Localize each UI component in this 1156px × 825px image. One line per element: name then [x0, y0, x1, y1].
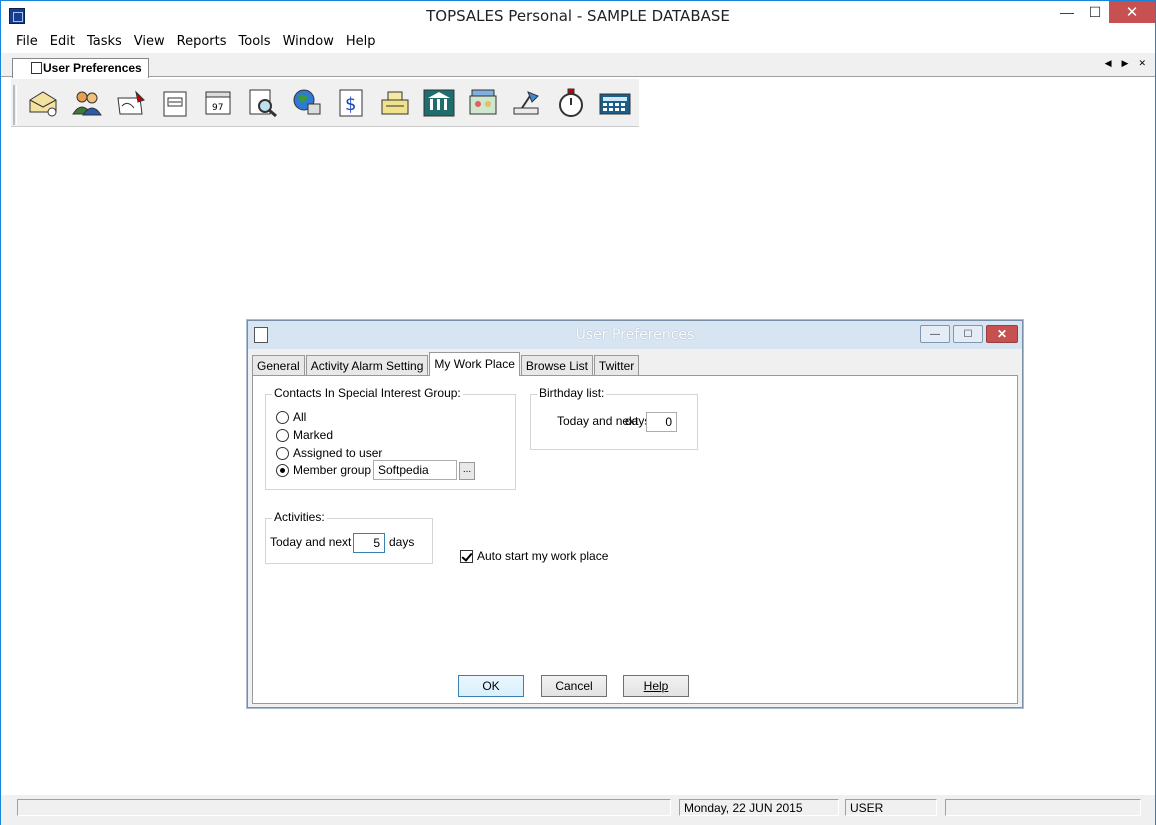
toolbar-grip[interactable]: [13, 85, 17, 125]
globe-icon[interactable]: [285, 83, 329, 123]
dialog-tabs: General Activity Alarm Setting My Work P…: [252, 352, 640, 376]
radio-assigned-to-user[interactable]: Assigned to user: [276, 446, 382, 460]
letter-icon[interactable]: [109, 83, 153, 123]
status-bar: Monday, 22 JUN 2015 USER: [1, 795, 1155, 825]
contacts-group-legend: Contacts In Special Interest Group:: [272, 386, 463, 400]
document-icon: [31, 62, 42, 74]
dialog-controls: — ☐ ✕: [920, 325, 1018, 343]
help-button[interactable]: Help: [623, 675, 689, 697]
menu-edit[interactable]: Edit: [44, 31, 81, 53]
birthday-days-field[interactable]: 0: [646, 412, 677, 432]
status-extra: [945, 799, 1141, 816]
dialog-minimize-button[interactable]: —: [920, 325, 950, 343]
member-group-field[interactable]: Softpedia: [373, 460, 457, 480]
tab-my-work-place[interactable]: My Work Place: [429, 352, 520, 376]
radio-member-group[interactable]: Member group: [276, 463, 371, 477]
status-date: Monday, 22 JUN 2015: [679, 799, 839, 816]
activities-unit: days: [389, 535, 415, 549]
close-button[interactable]: ✕: [1109, 1, 1155, 23]
member-group-browse-button[interactable]: ...: [459, 462, 475, 480]
radio-all[interactable]: All: [276, 410, 306, 424]
stopwatch-icon[interactable]: [549, 83, 593, 123]
svg-text:97: 97: [212, 103, 223, 113]
menu-file[interactable]: File: [10, 31, 44, 53]
ok-button[interactable]: OK: [458, 675, 524, 697]
tab-browse-list[interactable]: Browse List: [520, 355, 593, 376]
radio-assigned-label: Assigned to user: [293, 446, 383, 460]
menu-help[interactable]: Help: [340, 31, 382, 53]
tab-general[interactable]: General: [252, 355, 305, 376]
menu-tasks[interactable]: Tasks: [81, 31, 128, 53]
menu-window[interactable]: Window: [277, 31, 340, 53]
minimize-button[interactable]: —: [1053, 1, 1081, 23]
tab-label: User Preferences: [43, 61, 142, 75]
users-icon[interactable]: [65, 83, 109, 123]
title-bar: TOPSALES Personal - SAMPLE DATABASE — ☐ …: [1, 1, 1155, 31]
dialog-close-button[interactable]: ✕: [986, 325, 1018, 343]
menu-bar: File Edit Tasks View Reports Tools Windo…: [1, 31, 1155, 53]
radio-marked-circle[interactable]: [276, 428, 289, 442]
status-user: USER: [845, 799, 937, 816]
main-toolbar: 97 $: [11, 79, 639, 127]
search-icon[interactable]: [241, 83, 285, 123]
menu-view[interactable]: View: [128, 31, 171, 53]
activities-days-field[interactable]: 5: [353, 533, 385, 553]
birthday-group: Birthday list: Today and next days 0: [530, 386, 698, 450]
invoice-icon[interactable]: $: [329, 83, 373, 123]
auto-start-label: Auto start my work place: [477, 549, 609, 563]
tab-next-button[interactable]: ▶: [1119, 57, 1132, 70]
tab-navigation: ◀ ▶ ✕: [1102, 57, 1149, 70]
birthday-group-legend: Birthday list:: [537, 386, 607, 400]
contacts-group: Contacts In Special Interest Group: All …: [265, 386, 516, 490]
menu-tools[interactable]: Tools: [233, 31, 277, 53]
menu-reports[interactable]: Reports: [171, 31, 233, 53]
radio-member-group-label: Member group: [293, 463, 372, 477]
shop-icon[interactable]: [461, 83, 505, 123]
mail-icon[interactable]: [153, 83, 197, 123]
tab-twitter[interactable]: Twitter: [593, 355, 640, 376]
dialog-title: User Preferences: [575, 327, 695, 343]
radio-assigned-circle[interactable]: [276, 446, 289, 460]
calculator-icon[interactable]: [593, 83, 637, 123]
radio-all-circle[interactable]: [276, 410, 289, 424]
contacts-icon[interactable]: [21, 83, 65, 123]
cancel-button[interactable]: Cancel: [541, 675, 607, 697]
tab-close-button[interactable]: ✕: [1135, 57, 1149, 70]
cash-register-icon[interactable]: [373, 83, 417, 123]
radio-all-label: All: [293, 410, 307, 424]
desk-lamp-icon[interactable]: [505, 83, 549, 123]
activities-group-legend: Activities:: [272, 510, 327, 524]
radio-marked-label: Marked: [293, 428, 334, 442]
radio-member-group-circle[interactable]: [276, 463, 289, 477]
maximize-button[interactable]: ☐: [1081, 1, 1109, 23]
auto-start-checkbox-row[interactable]: Auto start my work place: [460, 549, 608, 563]
window-controls: — ☐ ✕: [1053, 1, 1155, 23]
tab-user-preferences[interactable]: User Preferences: [12, 58, 149, 78]
dialog-title-bar[interactable]: User Preferences — ☐ ✕: [248, 321, 1022, 349]
status-message: [17, 799, 671, 816]
tab-activity-alarm-setting[interactable]: Activity Alarm Setting: [305, 355, 429, 376]
auto-start-checkbox[interactable]: [460, 549, 473, 563]
tab-panel-my-work-place: Contacts In Special Interest Group: All …: [252, 375, 1018, 704]
document-tab-strip: User Preferences ◀ ▶ ✕: [1, 53, 1155, 78]
radio-marked[interactable]: Marked: [276, 428, 333, 442]
calendar-icon[interactable]: 97: [197, 83, 241, 123]
svg-text:$: $: [345, 94, 356, 115]
activities-group: Activities: Today and next 5 days: [265, 510, 433, 564]
dialog-maximize-button[interactable]: ☐: [953, 325, 983, 343]
activities-label: Today and next: [270, 535, 352, 549]
bank-icon[interactable]: [417, 83, 461, 123]
window-title: TOPSALES Personal - SAMPLE DATABASE: [426, 7, 730, 25]
tab-prev-button[interactable]: ◀: [1102, 57, 1115, 70]
user-preferences-dialog: User Preferences — ☐ ✕ General Activity …: [247, 320, 1023, 708]
